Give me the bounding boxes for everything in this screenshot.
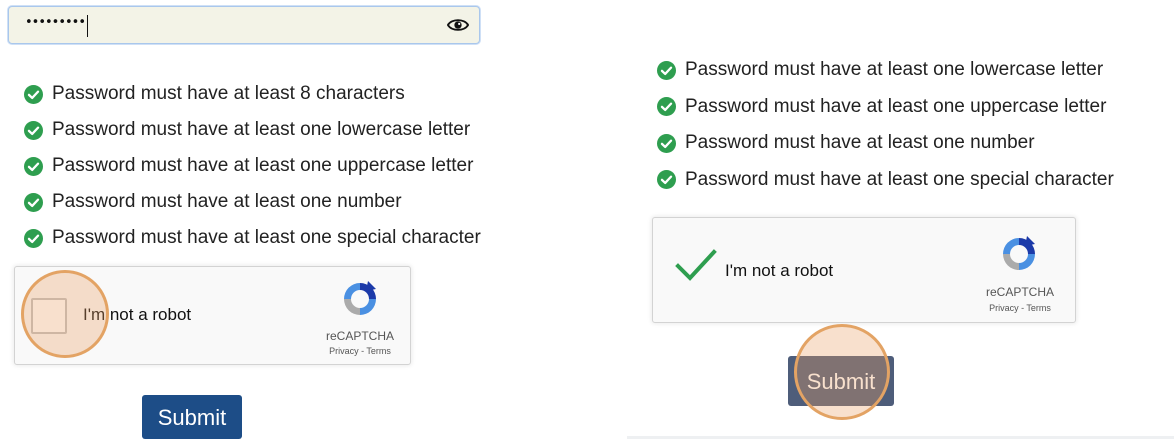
recaptcha-brand: reCAPTCHA: [985, 285, 1054, 299]
left-panel: ••••••••• Password must have at least 8 …: [0, 0, 620, 439]
check-circle-icon: [24, 228, 43, 248]
requirement-text: Password must have at least 8 characters: [52, 83, 405, 104]
password-requirements: Password must have at least 8 characters…: [24, 76, 481, 256]
requirement-text: Password must have at least one uppercas…: [52, 155, 474, 176]
recaptcha-widget: I'm not a robot reCAPTCHA Privacy - Term…: [14, 266, 411, 365]
submit-button[interactable]: Submit: [788, 356, 894, 406]
text-caret: [87, 15, 88, 37]
check-circle-icon: [657, 170, 676, 190]
password-value: •••••••••: [25, 15, 86, 30]
check-circle-icon: [24, 120, 43, 140]
check-circle-icon: [657, 60, 676, 80]
right-panel: Password must have at least one lowercas…: [625, 0, 1174, 439]
requirement-text: Password must have at least one special …: [52, 227, 481, 248]
requirement-item: Password must have at least one number: [657, 125, 1114, 162]
requirement-item: Password must have at least one uppercas…: [24, 148, 481, 184]
check-circle-icon: [657, 97, 676, 117]
requirement-item: Password must have at least one uppercas…: [657, 89, 1114, 126]
requirement-text: Password must have at least one lowercas…: [52, 119, 471, 140]
requirement-text: Password must have at least one number: [52, 191, 402, 212]
checkmark-icon[interactable]: [675, 248, 717, 282]
requirement-item: Password must have at least one number: [24, 184, 481, 220]
requirement-item: Password must have at least one special …: [657, 162, 1114, 199]
recaptcha-logo-icon: [1003, 236, 1035, 270]
requirement-text: Password must have at least one number: [685, 132, 1035, 154]
requirement-text: Password must have at least one lowercas…: [685, 59, 1104, 81]
check-circle-icon: [24, 84, 43, 104]
requirement-item: Password must have at least one lowercas…: [24, 112, 481, 148]
check-circle-icon: [24, 156, 43, 176]
requirement-text: Password must have at least one special …: [685, 168, 1114, 190]
check-circle-icon: [24, 192, 43, 212]
submit-button[interactable]: Submit: [142, 395, 242, 439]
captcha-label: I'm not a robot: [725, 261, 834, 280]
password-field[interactable]: •••••••••: [8, 6, 480, 44]
captcha-label: I'm not a robot: [83, 305, 192, 324]
requirement-text: Password must have at least one uppercas…: [685, 95, 1107, 117]
requirement-item: Password must have at least one lowercas…: [657, 52, 1114, 89]
password-requirements: Password must have at least one lowercas…: [657, 52, 1114, 198]
recaptcha-links[interactable]: Privacy - Terms: [970, 303, 1070, 313]
recaptcha-logo-icon: [344, 281, 376, 315]
captcha-checkbox[interactable]: [31, 298, 67, 334]
check-circle-icon: [657, 133, 676, 153]
requirement-item: Password must have at least 8 characters: [24, 76, 481, 112]
requirement-item: Password must have at least one special …: [24, 220, 481, 256]
recaptcha-brand: reCAPTCHA: [325, 329, 394, 343]
eye-icon[interactable]: [447, 16, 469, 34]
recaptcha-widget: I'm not a robot reCAPTCHA Privacy - Term…: [652, 217, 1076, 323]
recaptcha-links[interactable]: Privacy - Terms: [310, 346, 410, 356]
